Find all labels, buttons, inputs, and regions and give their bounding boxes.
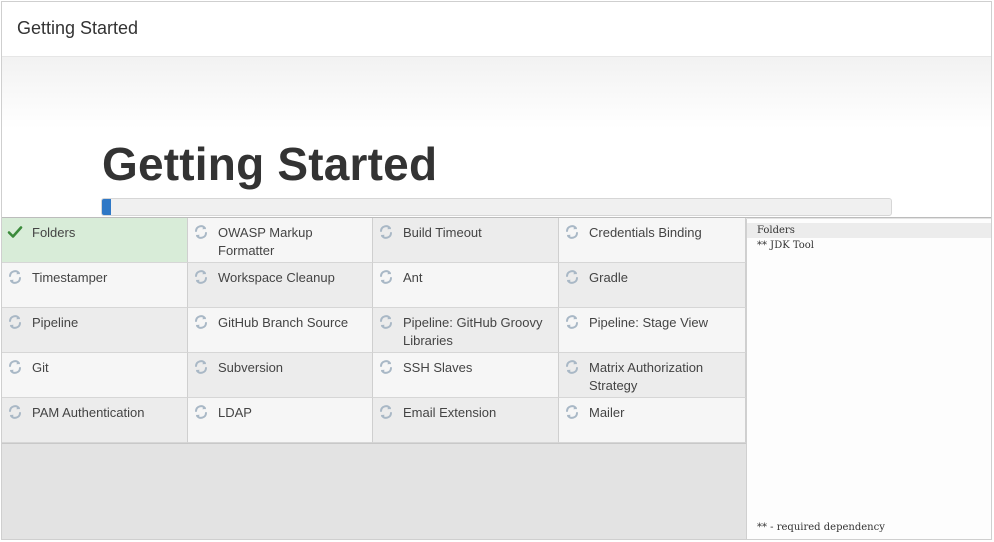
- dialog-title: Getting Started: [17, 18, 139, 38]
- plugin-label: Matrix Authorization Strategy: [589, 360, 704, 393]
- refresh-icon: [564, 314, 580, 330]
- log-line: ** JDK Tool: [757, 240, 814, 251]
- plugin-label: Mailer: [589, 405, 625, 420]
- plugin-item: Ant: [373, 263, 559, 308]
- plugin-item: Pipeline: GitHub Groovy Libraries: [373, 308, 559, 353]
- plugin-item: GitHub Branch Source: [188, 308, 373, 353]
- plugin-item: OWASP Markup Formatter: [188, 218, 373, 263]
- plugin-label: Git: [32, 360, 49, 375]
- refresh-icon: [193, 269, 209, 285]
- plugin-item: Credentials Binding: [559, 218, 746, 263]
- plugin-item: Matrix Authorization Strategy: [559, 353, 746, 398]
- refresh-icon: [378, 224, 394, 240]
- dialog-header: Getting Started: [2, 2, 991, 57]
- plugin-label: Pipeline: [32, 315, 79, 330]
- page-title: Getting Started: [102, 138, 438, 190]
- plugin-item: Email Extension: [373, 398, 559, 443]
- refresh-icon: [7, 314, 23, 330]
- hero-section: Getting Started: [2, 57, 991, 217]
- plugin-item: Mailer: [559, 398, 746, 443]
- plugin-item: Gradle: [559, 263, 746, 308]
- plugin-item: Pipeline: [2, 308, 188, 353]
- plugin-label: Ant: [403, 270, 423, 285]
- plugin-label: Folders: [32, 225, 76, 240]
- refresh-icon: [378, 404, 394, 420]
- plugin-item: SSH Slaves: [373, 353, 559, 398]
- install-log-panel[interactable]: Folders ** JDK Tool ** - required depend…: [746, 219, 991, 539]
- plugin-label: Timestamper: [32, 270, 108, 285]
- plugin-item: Pipeline: Stage View: [559, 308, 746, 353]
- plugin-label: Subversion: [218, 360, 284, 375]
- plugin-item: Workspace Cleanup: [188, 263, 373, 308]
- plugin-label: GitHub Branch Source: [218, 315, 349, 330]
- refresh-icon: [7, 404, 23, 420]
- setup-wizard-dialog: Getting Started Getting Started Folders O…: [1, 1, 992, 540]
- refresh-icon: [564, 359, 580, 375]
- plugin-label: LDAP: [218, 405, 252, 420]
- plugin-item: Build Timeout: [373, 218, 559, 263]
- refresh-icon: [378, 269, 394, 285]
- refresh-icon: [378, 314, 394, 330]
- plugin-label: Pipeline: Stage View: [589, 315, 709, 330]
- plugin-item: Timestamper: [2, 263, 188, 308]
- plugin-item: LDAP: [188, 398, 373, 443]
- plugin-item: Subversion: [188, 353, 373, 398]
- log-line: Folders: [747, 223, 991, 238]
- refresh-icon: [193, 224, 209, 240]
- plugin-label: Email Extension: [403, 405, 497, 420]
- refresh-icon: [193, 314, 209, 330]
- plugin-item: PAM Authentication: [2, 398, 188, 443]
- refresh-icon: [378, 359, 394, 375]
- plugin-label: PAM Authentication: [32, 405, 145, 420]
- plugin-label: Pipeline: GitHub Groovy Libraries: [403, 315, 543, 348]
- plugin-install-area: Folders OWASP Markup Formatter Build Timeo…: [2, 217, 991, 539]
- plugin-label: SSH Slaves: [403, 360, 473, 375]
- refresh-icon: [193, 359, 209, 375]
- plugin-label: Credentials Binding: [589, 225, 702, 240]
- refresh-icon: [564, 404, 580, 420]
- plugin-label: Gradle: [589, 270, 629, 285]
- check-icon: [7, 224, 23, 240]
- plugin-item: Folders: [2, 218, 188, 263]
- plugin-grid: Folders OWASP Markup Formatter Build Timeo…: [2, 218, 746, 444]
- refresh-icon: [193, 404, 209, 420]
- log-footer-note: ** - required dependency: [757, 522, 885, 533]
- install-progress-bar: [101, 198, 892, 216]
- refresh-icon: [7, 269, 23, 285]
- refresh-icon: [7, 359, 23, 375]
- plugin-item: Git: [2, 353, 188, 398]
- plugin-label: Workspace Cleanup: [218, 270, 335, 285]
- refresh-icon: [564, 269, 580, 285]
- refresh-icon: [564, 224, 580, 240]
- plugin-label: OWASP Markup Formatter: [218, 225, 313, 258]
- plugin-label: Build Timeout: [403, 225, 482, 240]
- progress-bar-fill: [102, 199, 112, 215]
